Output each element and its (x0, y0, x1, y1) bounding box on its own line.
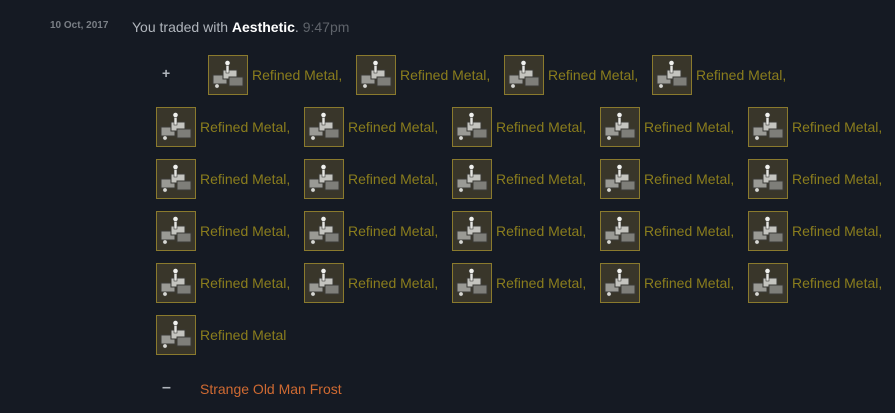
given-item-name[interactable]: Refined Metal, (200, 275, 290, 291)
refined-metal-icon[interactable] (748, 211, 788, 251)
given-item[interactable]: Refined Metal, (156, 106, 290, 148)
items-received-sign: – (162, 379, 171, 396)
given-item-name[interactable]: Refined Metal, (496, 171, 586, 187)
refined-metal-icon[interactable] (600, 107, 640, 147)
given-item-name[interactable]: Refined Metal, (644, 119, 734, 135)
refined-metal-icon[interactable] (208, 55, 248, 95)
given-item[interactable]: Refined Metal, (452, 262, 586, 304)
refined-metal-icon[interactable] (304, 107, 344, 147)
given-item-name[interactable]: Refined Metal (200, 327, 286, 343)
given-item[interactable]: Refined Metal, (748, 210, 882, 252)
refined-metal-icon[interactable] (452, 159, 492, 199)
given-item[interactable]: Refined Metal, (156, 210, 290, 252)
refined-metal-icon[interactable] (652, 55, 692, 95)
given-item[interactable]: Refined Metal, (652, 54, 786, 96)
given-item[interactable]: Refined Metal, (304, 262, 438, 304)
given-item-name[interactable]: Refined Metal, (496, 275, 586, 291)
given-item-name[interactable]: Refined Metal, (792, 275, 882, 291)
given-item[interactable]: Refined Metal, (304, 158, 438, 200)
given-item-name[interactable]: Refined Metal, (400, 67, 490, 83)
given-item[interactable]: Refined Metal, (156, 262, 290, 304)
refined-metal-icon[interactable] (356, 55, 396, 95)
items-given-sign: + (162, 65, 171, 81)
given-item-name[interactable]: Refined Metal, (644, 223, 734, 239)
given-item[interactable]: Refined Metal, (452, 210, 586, 252)
given-item[interactable]: Refined Metal, (600, 210, 734, 252)
given-item-name[interactable]: Refined Metal, (548, 67, 638, 83)
given-item-name[interactable]: Refined Metal, (792, 119, 882, 135)
refined-metal-icon[interactable] (156, 315, 196, 355)
given-item-name[interactable]: Refined Metal, (348, 171, 438, 187)
refined-metal-icon[interactable] (504, 55, 544, 95)
given-item[interactable]: Refined Metal, (156, 158, 290, 200)
given-item[interactable]: Refined Metal, (748, 106, 882, 148)
given-item-name[interactable]: Refined Metal, (696, 67, 786, 83)
trade-summary-suffix: . (294, 19, 303, 35)
trade-summary: You traded with Aesthetic. 9:47pm (132, 19, 349, 35)
given-item[interactable]: Refined Metal, (452, 106, 586, 148)
given-item-name[interactable]: Refined Metal, (644, 171, 734, 187)
refined-metal-icon[interactable] (304, 211, 344, 251)
given-item[interactable]: Refined Metal, (600, 158, 734, 200)
given-item-name[interactable]: Refined Metal, (200, 119, 290, 135)
refined-metal-icon[interactable] (600, 159, 640, 199)
refined-metal-icon[interactable] (748, 107, 788, 147)
trade-date: 10 Oct, 2017 (50, 20, 109, 31)
given-item-name[interactable]: Refined Metal, (644, 275, 734, 291)
refined-metal-icon[interactable] (304, 159, 344, 199)
refined-metal-icon[interactable] (156, 159, 196, 199)
refined-metal-icon[interactable] (748, 159, 788, 199)
refined-metal-icon[interactable] (600, 263, 640, 303)
given-item[interactable]: Refined Metal, (600, 106, 734, 148)
refined-metal-icon[interactable] (748, 263, 788, 303)
refined-metal-icon[interactable] (304, 263, 344, 303)
given-item[interactable]: Refined Metal, (504, 54, 638, 96)
given-item-name[interactable]: Refined Metal, (348, 119, 438, 135)
given-item[interactable]: Refined Metal, (600, 262, 734, 304)
refined-metal-icon[interactable] (156, 107, 196, 147)
given-item-name[interactable]: Refined Metal, (792, 171, 882, 187)
given-item-name[interactable]: Refined Metal, (348, 275, 438, 291)
refined-metal-icon[interactable] (156, 211, 196, 251)
given-item[interactable]: Refined Metal, (748, 158, 882, 200)
given-item-name[interactable]: Refined Metal, (252, 67, 342, 83)
given-item[interactable]: Refined Metal, (356, 54, 490, 96)
refined-metal-icon[interactable] (452, 263, 492, 303)
given-item[interactable]: Refined Metal (156, 314, 286, 356)
given-item-name[interactable]: Refined Metal, (200, 223, 290, 239)
given-item[interactable]: Refined Metal, (304, 106, 438, 148)
refined-metal-icon[interactable] (600, 211, 640, 251)
given-item[interactable]: Refined Metal, (304, 210, 438, 252)
refined-metal-icon[interactable] (452, 107, 492, 147)
given-item[interactable]: Refined Metal, (452, 158, 586, 200)
trade-summary-prefix: You traded with (132, 19, 232, 35)
received-item-name[interactable]: Strange Old Man Frost (200, 381, 342, 397)
refined-metal-icon[interactable] (156, 263, 196, 303)
given-item-name[interactable]: Refined Metal, (200, 171, 290, 187)
given-item-name[interactable]: Refined Metal, (496, 119, 586, 135)
given-item[interactable]: Refined Metal, (748, 262, 882, 304)
given-item-name[interactable]: Refined Metal, (792, 223, 882, 239)
given-item[interactable]: Refined Metal, (208, 54, 342, 96)
trade-time: 9:47pm (302, 19, 350, 35)
refined-metal-icon[interactable] (452, 211, 492, 251)
given-item-name[interactable]: Refined Metal, (348, 223, 438, 239)
given-item-name[interactable]: Refined Metal, (496, 223, 586, 239)
trade-partner-name[interactable]: Aesthetic (232, 19, 295, 35)
